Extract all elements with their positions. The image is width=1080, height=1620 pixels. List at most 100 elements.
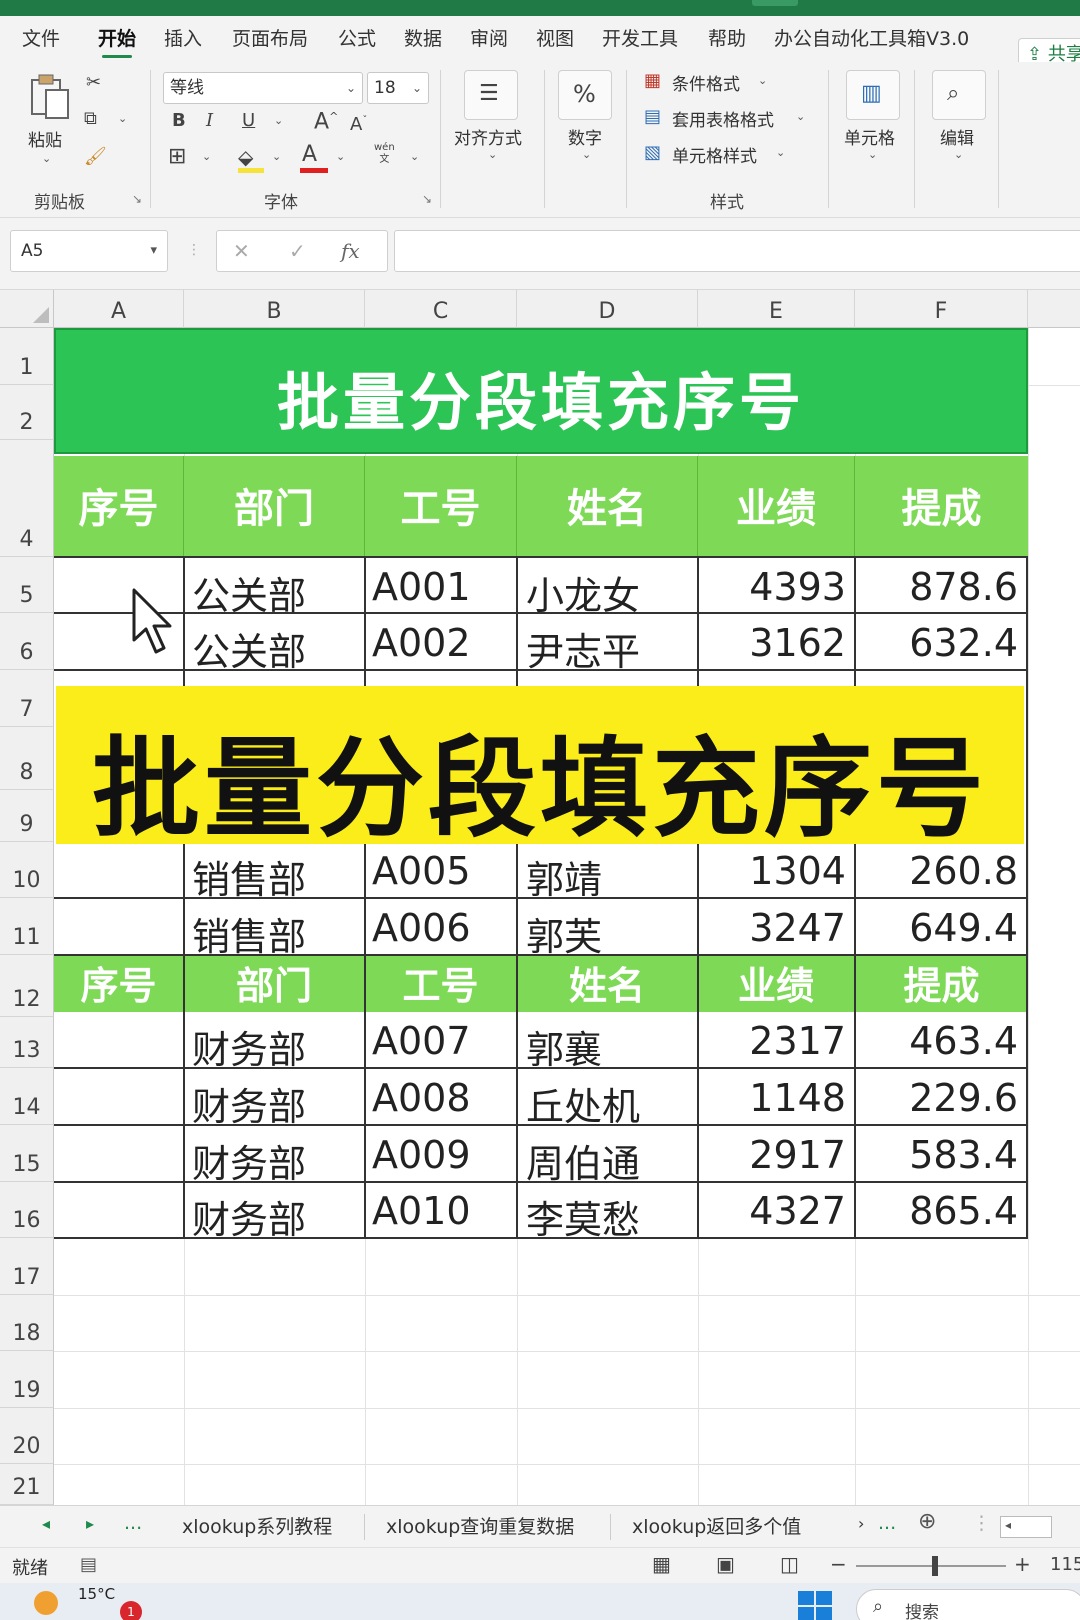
zoom-level[interactable]: 115	[1050, 1554, 1080, 1575]
zoom-in-icon[interactable]: +	[1014, 1552, 1031, 1576]
cells-button[interactable]: ▥	[846, 70, 900, 120]
cell-sales[interactable]: 1148	[700, 1076, 846, 1120]
paste-button[interactable]: 粘贴 ⌄	[20, 68, 78, 178]
header-dept[interactable]: 部门	[184, 456, 365, 557]
header-seq[interactable]: 序号	[54, 955, 184, 1012]
cell-id[interactable]: A001	[372, 565, 471, 609]
column-header-a[interactable]: A	[54, 290, 184, 328]
row-header[interactable]: 14	[0, 1068, 54, 1125]
increase-font-icon[interactable]: A^	[314, 106, 338, 133]
select-all-corner[interactable]	[0, 290, 54, 328]
zoom-out-icon[interactable]: −	[830, 1552, 847, 1576]
cell-sales[interactable]: 4327	[700, 1189, 846, 1233]
insert-function-icon[interactable]: fx	[341, 239, 360, 263]
titlebar-search-chip[interactable]	[752, 0, 798, 6]
tab-view[interactable]: 视图	[536, 24, 574, 54]
cell-commission[interactable]: 649.4	[858, 906, 1018, 950]
cell-dept[interactable]: 财务部	[192, 1189, 306, 1244]
column-header-g[interactable]	[1028, 290, 1080, 328]
row-header[interactable]: 9	[0, 790, 54, 842]
scroll-left-icon[interactable]: ◂	[1005, 1518, 1011, 1532]
horizontal-scrollbar[interactable]: ◂	[1000, 1516, 1052, 1538]
borders-dropdown-icon[interactable]: ⌄	[202, 150, 211, 163]
formula-input[interactable]	[394, 230, 1080, 272]
cell-dept[interactable]: 财务部	[192, 1133, 306, 1188]
cell-name[interactable]: 李莫愁	[526, 1189, 640, 1244]
font-launcher-icon[interactable]: ↘	[422, 192, 432, 206]
row-header[interactable]: 6	[0, 613, 54, 670]
cell-sales[interactable]: 4393	[700, 565, 846, 609]
cell-styles-button[interactable]: ▧ 单元格样式 ⌄	[644, 140, 824, 168]
windows-start-icon[interactable]	[798, 1591, 834, 1620]
font-name-select[interactable]: 等线 ⌄	[163, 72, 363, 104]
phonetic-icon[interactable]: wén 文	[374, 142, 395, 166]
cell-name[interactable]: 郭襄	[526, 1019, 602, 1074]
row-header[interactable]: 21	[0, 1464, 54, 1505]
cell-id[interactable]: A002	[372, 621, 471, 665]
normal-view-icon[interactable]: ▦	[652, 1552, 671, 1576]
cell-name[interactable]: 尹志平	[526, 621, 640, 676]
alignment-button[interactable]: ☰	[464, 70, 518, 120]
italic-button[interactable]: I	[206, 110, 213, 132]
font-size-select[interactable]: 18 ⌄	[367, 72, 429, 104]
header-id[interactable]: 工号	[365, 955, 517, 1012]
column-header-b[interactable]: B	[184, 290, 365, 328]
header-name[interactable]: 姓名	[517, 456, 698, 557]
underline-button[interactable]: U	[242, 110, 255, 132]
add-sheet-icon[interactable]: ⊕	[918, 1509, 936, 1534]
accessibility-icon[interactable]: ▤	[80, 1554, 97, 1575]
format-painter-icon[interactable]: 🖌	[84, 146, 107, 168]
row-header[interactable]: 16	[0, 1182, 54, 1238]
tab-office-toolbox[interactable]: 办公自动化工具箱V3.0	[774, 24, 969, 54]
header-commission[interactable]: 提成	[855, 456, 1028, 557]
tab-help[interactable]: 帮助	[708, 24, 746, 54]
cut-icon[interactable]: ✂	[86, 72, 101, 94]
cell-id[interactable]: A010	[372, 1189, 471, 1233]
format-as-table-button[interactable]: ▤ 套用表格格式 ⌄	[644, 104, 824, 132]
header-dept[interactable]: 部门	[184, 955, 365, 1012]
enter-icon[interactable]: ✓	[289, 239, 306, 263]
editing-button[interactable]: ⌕	[932, 70, 986, 120]
header-sales[interactable]: 业绩	[698, 955, 855, 1012]
row-header[interactable]: 2	[0, 385, 54, 440]
tab-file[interactable]: 文件	[22, 24, 60, 54]
row-header[interactable]: 10	[0, 842, 54, 898]
tab-formulas[interactable]: 公式	[338, 24, 376, 54]
cell-name[interactable]: 郭芙	[526, 906, 602, 961]
page-break-view-icon[interactable]: ◫	[780, 1552, 799, 1576]
tab-data[interactable]: 数据	[404, 24, 442, 54]
row-header[interactable]: 4	[0, 440, 54, 557]
tab-splitter-icon[interactable]: ⋮	[972, 1512, 991, 1534]
row-header[interactable]: 17	[0, 1238, 54, 1295]
cell-name[interactable]: 小龙女	[526, 565, 640, 620]
tab-page-layout[interactable]: 页面布局	[232, 24, 308, 54]
row-header[interactable]: 1	[0, 328, 54, 385]
column-header-e[interactable]: E	[698, 290, 855, 328]
cell-dept[interactable]: 财务部	[192, 1019, 306, 1074]
font-color-icon[interactable]: A	[302, 144, 317, 166]
phonetic-dropdown-icon[interactable]: ⌄	[410, 150, 419, 163]
header-sales[interactable]: 业绩	[698, 456, 855, 557]
cell-id[interactable]: A006	[372, 906, 471, 950]
cell-commission[interactable]: 865.4	[858, 1189, 1018, 1233]
copy-dropdown-icon[interactable]: ⌄	[118, 112, 127, 125]
cell-dept[interactable]: 公关部	[192, 621, 306, 676]
row-header[interactable]: 5	[0, 557, 54, 613]
tab-home[interactable]: 开始	[98, 24, 136, 58]
tab-review[interactable]: 审阅	[470, 24, 508, 54]
column-header-d[interactable]: D	[517, 290, 698, 328]
more-sheets-icon[interactable]: ›	[858, 1514, 864, 1533]
cell-sales[interactable]: 3247	[700, 906, 846, 950]
fill-color-dropdown-icon[interactable]: ⌄	[272, 150, 281, 163]
font-color-dropdown-icon[interactable]: ⌄	[336, 150, 345, 163]
row-header[interactable]: 15	[0, 1125, 54, 1182]
cell-dept[interactable]: 销售部	[192, 906, 306, 961]
sheet-tab[interactable]: xlookup查询重复数据	[386, 1512, 574, 1539]
taskbar-search-box[interactable]: ⌕ 搜索	[856, 1589, 1080, 1620]
cell-id[interactable]: A009	[372, 1133, 471, 1177]
borders-icon[interactable]: ⊞	[168, 146, 186, 168]
header-name[interactable]: 姓名	[517, 955, 698, 1012]
sheet-tabs-more-left[interactable]: ...	[124, 1512, 142, 1534]
decrease-font-icon[interactable]: Aˇ	[350, 110, 367, 136]
cell-dept[interactable]: 公关部	[192, 565, 306, 620]
